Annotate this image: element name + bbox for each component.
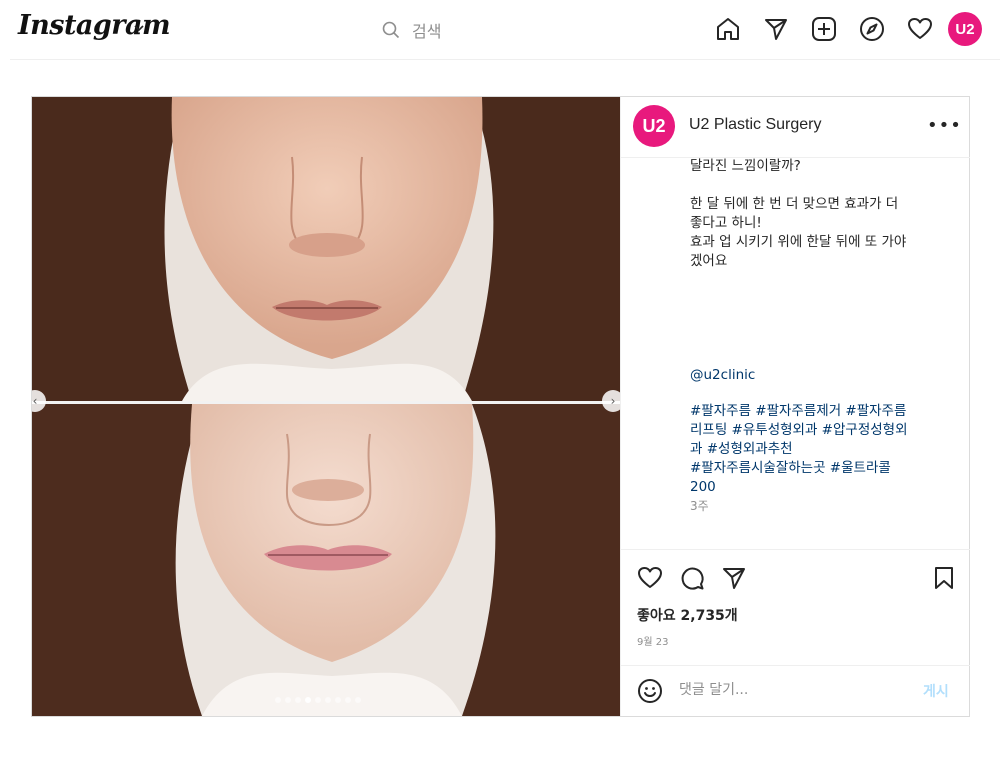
caption-line: 겠어요 (690, 253, 728, 269)
search-bar[interactable]: 검색 (382, 16, 441, 44)
caption-line: 좋다고 하니! (690, 215, 762, 231)
search-input[interactable]: 검색 (412, 18, 441, 42)
caption-line: 한 달 뒤에 한 번 더 맞으면 효과가 더 (690, 196, 899, 212)
carousel-dot (345, 697, 351, 703)
caption-line: 효과 업 시키기 위에 한달 뒤에 또 가야 (690, 234, 907, 250)
after-photo (32, 404, 620, 716)
more-options-icon[interactable]: ••• (927, 115, 962, 136)
before-photo (32, 97, 620, 401)
like-heart-icon[interactable] (637, 565, 663, 591)
carousel-indicator (275, 697, 361, 703)
new-post-icon[interactable] (810, 15, 838, 43)
post-actions (637, 565, 957, 591)
carousel-dot (355, 697, 361, 703)
share-send-icon[interactable] (721, 565, 747, 591)
explore-icon[interactable] (858, 15, 886, 43)
heart-icon[interactable] (906, 15, 934, 43)
post-sidebar: U2 U2 Plastic Surgery ••• 달라진 느낌이랄까? 한 달… (620, 97, 970, 716)
post-comment-button[interactable]: 게시 (923, 681, 949, 701)
hashtag-line[interactable]: 리프팅 #유투성형외과 #압구정성형외 (690, 421, 952, 440)
mention-link[interactable]: @u2clinic (690, 366, 952, 385)
comment-composer: 게시 (621, 666, 970, 716)
carousel-dot (325, 697, 331, 703)
carousel-dot (335, 697, 341, 703)
carousel-dot (285, 697, 291, 703)
comment-input[interactable] (679, 679, 909, 701)
actions-divider (621, 549, 970, 550)
carousel-dot (275, 697, 281, 703)
profile-avatar[interactable]: U2 (948, 12, 982, 46)
instagram-logo[interactable]: Instagram (18, 10, 171, 41)
carousel-dot (305, 697, 311, 703)
caption-timestamp[interactable]: 3주 (690, 497, 952, 516)
hashtag-line[interactable]: 과 #성형외과추천 (690, 440, 952, 459)
author-username[interactable]: U2 Plastic Surgery (689, 116, 822, 134)
carousel-next-button[interactable]: › (602, 390, 620, 412)
comment-icon[interactable] (679, 565, 705, 591)
send-icon[interactable] (762, 15, 790, 43)
caption-line: 달라진 느낌이랄까? (690, 158, 801, 174)
chevron-down-icon[interactable] (133, 22, 145, 34)
hashtag-line[interactable]: 200 (690, 478, 952, 497)
post-card: ‹ › U2 U2 Plastic Surgery ••• 달라진 느낌이랄까?… (31, 96, 970, 717)
bookmark-icon[interactable] (931, 565, 957, 591)
post-media[interactable]: ‹ › (32, 97, 620, 716)
carousel-dot (295, 697, 301, 703)
like-count[interactable]: 좋아요 2,735개 (637, 605, 738, 625)
hashtag-line[interactable]: #팔자주름 #팔자주름제거 #팔자주름 (690, 402, 952, 421)
top-nav: Instagram 검색 U2 (0, 0, 1000, 60)
nav-divider (10, 59, 1000, 60)
post-date[interactable]: 9월 23 (637, 633, 668, 648)
home-icon[interactable] (714, 15, 742, 43)
carousel-dot (315, 697, 321, 703)
author-avatar[interactable]: U2 (633, 105, 675, 147)
search-icon (382, 21, 400, 39)
post-header: U2 U2 Plastic Surgery ••• (621, 97, 970, 158)
post-caption: 달라진 느낌이랄까? 한 달 뒤에 한 번 더 맞으면 효과가 더 좋다고 하니… (690, 157, 952, 527)
emoji-icon[interactable] (637, 678, 663, 704)
hashtag-line[interactable]: #팔자주름시술잘하는곳 #울트라콜 (690, 459, 952, 478)
